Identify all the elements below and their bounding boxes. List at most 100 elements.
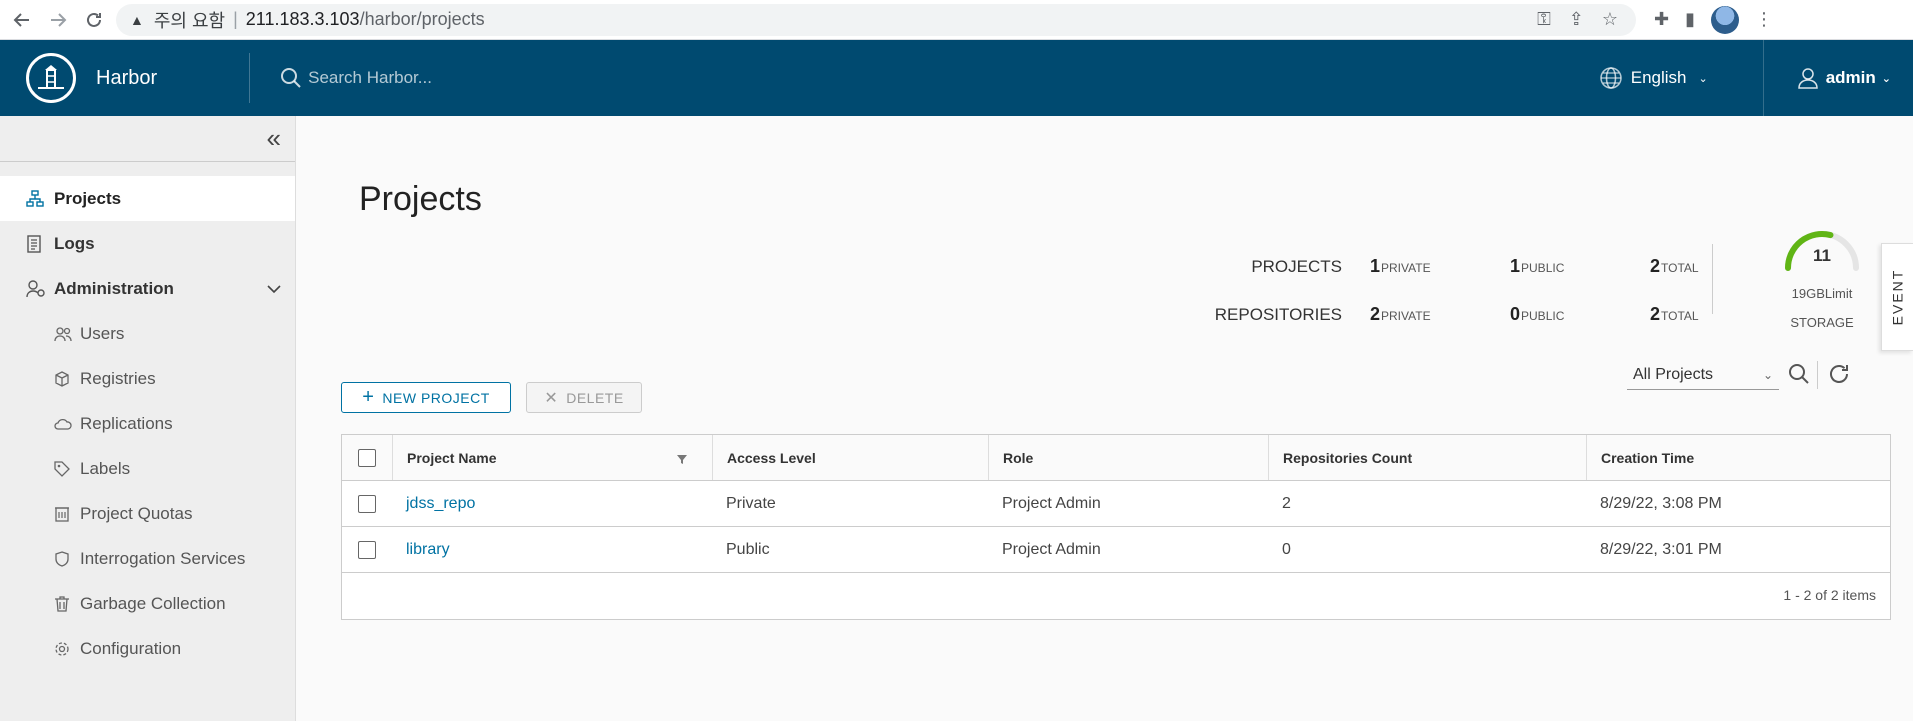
stats-projects-public: 1PUBLIC — [1510, 256, 1650, 277]
table-header: Project Name Access Level Role Repositor… — [342, 435, 1890, 481]
select-all-cell — [342, 448, 392, 467]
sidebar-item-configuration[interactable]: Configuration — [0, 626, 295, 671]
sidebar: « Projects Logs Administration Users Reg… — [0, 116, 296, 721]
stat-unit: PUBLIC — [1521, 309, 1565, 323]
sidebar-item-labels[interactable]: Labels — [0, 446, 295, 491]
project-quotas-icon — [54, 506, 72, 522]
close-icon: ✕ — [544, 389, 559, 407]
warning-icon: ▲ — [130, 11, 144, 28]
sidebar-item-label: Project Quotas — [80, 503, 193, 523]
url-separator: | — [233, 9, 238, 29]
collapse-sidebar-button[interactable]: « — [0, 116, 295, 162]
storage-limit: 19GBLimit — [1791, 286, 1853, 301]
labels-icon — [54, 460, 72, 477]
users-icon — [54, 326, 72, 342]
username-label: admin — [1825, 68, 1876, 87]
browser-menu-icon[interactable]: ⋮ — [1755, 9, 1773, 30]
sidebar-item-replications[interactable]: Replications — [0, 401, 295, 446]
search-icon[interactable] — [1787, 362, 1811, 386]
sidebar-item-project-quotas[interactable]: Project Quotas — [0, 491, 295, 536]
filter-icon[interactable] — [676, 452, 688, 468]
cell-role: Project Admin — [1002, 494, 1101, 512]
address-bar[interactable]: ▲ 주의 요함 | 211.183.3.103/harbor/projects … — [116, 3, 1636, 36]
table-row: library Public Project Admin 0 8/29/22, … — [342, 527, 1890, 573]
column-header-access-level[interactable]: Access Level — [712, 435, 988, 480]
chevron-down-icon: ⌄ — [1881, 72, 1891, 85]
column-header-project-name[interactable]: Project Name — [392, 435, 712, 480]
refresh-icon[interactable] — [1827, 362, 1851, 386]
cell-access-level: Private — [726, 494, 776, 512]
url-host: 211.183.3.103 — [245, 9, 360, 29]
double-chevron-left-icon: « — [266, 123, 281, 153]
cell-creation-time: 8/29/22, 3:01 PM — [1600, 540, 1722, 558]
column-header-repositories-count[interactable]: Repositories Count — [1268, 435, 1586, 480]
search-input[interactable] — [308, 68, 609, 88]
project-link[interactable]: jdss_repo — [406, 495, 475, 513]
reload-icon[interactable] — [76, 2, 112, 38]
chevron-down-icon: ⌄ — [1762, 367, 1773, 382]
storage-arc: 11 — [1782, 226, 1862, 272]
sidebar-item-registries[interactable]: Registries — [0, 356, 295, 401]
stat-unit: TOTAL — [1661, 261, 1699, 275]
back-icon[interactable] — [4, 2, 40, 38]
stats-repos-private: 2PRIVATE — [1370, 304, 1510, 325]
cell-creation-time: 8/29/22, 3:08 PM — [1600, 494, 1722, 512]
stats-repos-row: REPOSITORIES 2PRIVATE 0PUBLIC 2TOTAL — [1177, 304, 1790, 352]
stats-repos-label: REPOSITORIES — [1214, 305, 1342, 324]
cell-repositories-count: 0 — [1282, 540, 1291, 558]
share-icon[interactable]: ⇪ — [1569, 9, 1584, 30]
bookmark-star-icon[interactable]: ☆ — [1602, 9, 1618, 30]
event-panel-tab[interactable]: EVENT — [1881, 243, 1913, 351]
sidebar-item-projects[interactable]: Projects — [0, 176, 295, 221]
column-header-role[interactable]: Role — [988, 435, 1268, 480]
column-header-creation-time[interactable]: Creation Time — [1586, 435, 1890, 480]
forward-icon[interactable] — [40, 2, 76, 38]
table-row: jdss_repo Private Project Admin 2 8/29/2… — [342, 481, 1890, 527]
stat-value: 2 — [1650, 256, 1661, 276]
sidebar-item-interrogation-services[interactable]: Interrogation Services — [0, 536, 295, 581]
stats-repos-public: 0PUBLIC — [1510, 304, 1650, 325]
sidebar-item-label: Registries — [80, 368, 156, 388]
new-project-button[interactable]: + NEW PROJECT — [341, 382, 511, 413]
extensions-icon[interactable]: ✚ — [1654, 9, 1669, 30]
project-filter-select[interactable]: All Projects ⌄ — [1627, 360, 1779, 390]
select-all-checkbox[interactable] — [358, 448, 376, 467]
side-panel-icon[interactable]: ▮ — [1685, 9, 1695, 30]
app-header: Harbor English ⌄ admin ⌄ — [0, 40, 1913, 116]
stats-divider — [1712, 244, 1713, 314]
page-title: Projects — [359, 180, 482, 218]
profile-avatar[interactable] — [1711, 5, 1739, 34]
logs-icon — [26, 234, 46, 253]
cell-project-name: library — [392, 527, 712, 572]
harbor-logo-icon[interactable] — [26, 53, 76, 103]
language-selector[interactable]: English ⌄ — [1599, 66, 1708, 90]
brand-name[interactable]: Harbor — [96, 67, 157, 90]
url-path: /harbor/projects — [359, 9, 485, 29]
delete-label: DELETE — [566, 389, 624, 406]
garbage-collection-icon — [54, 595, 72, 612]
stat-value: 1 — [1510, 256, 1521, 276]
stats-projects-row: PROJECTS 1PRIVATE 1PUBLIC 2TOTAL — [1177, 256, 1790, 304]
cell-repositories-count: 2 — [1282, 494, 1291, 512]
sidebar-item-users[interactable]: Users — [0, 311, 295, 356]
column-header-label: Access Level — [727, 449, 816, 466]
delete-button[interactable]: ✕ DELETE — [526, 382, 642, 413]
global-search[interactable] — [280, 67, 609, 89]
plus-icon: + — [362, 386, 375, 408]
sidebar-item-garbage-collection[interactable]: Garbage Collection — [0, 581, 295, 626]
interrogation-services-icon — [54, 550, 72, 567]
sidebar-item-label: Projects — [54, 188, 122, 208]
sidebar-item-label: Interrogation Services — [80, 548, 246, 568]
key-icon[interactable]: ⚿ — [1537, 9, 1551, 30]
project-link[interactable]: library — [406, 541, 450, 559]
sidebar-item-label: Users — [80, 323, 125, 343]
replications-icon — [54, 417, 72, 431]
row-checkbox[interactable] — [358, 540, 376, 559]
sidebar-item-logs[interactable]: Logs — [0, 221, 295, 266]
stats-projects-label: PROJECTS — [1251, 257, 1342, 276]
search-icon — [281, 68, 301, 88]
row-checkbox[interactable] — [358, 494, 376, 513]
sidebar-item-administration[interactable]: Administration — [0, 266, 295, 311]
user-menu[interactable]: admin ⌄ — [1796, 66, 1891, 90]
column-header-label: Role — [1003, 449, 1034, 466]
